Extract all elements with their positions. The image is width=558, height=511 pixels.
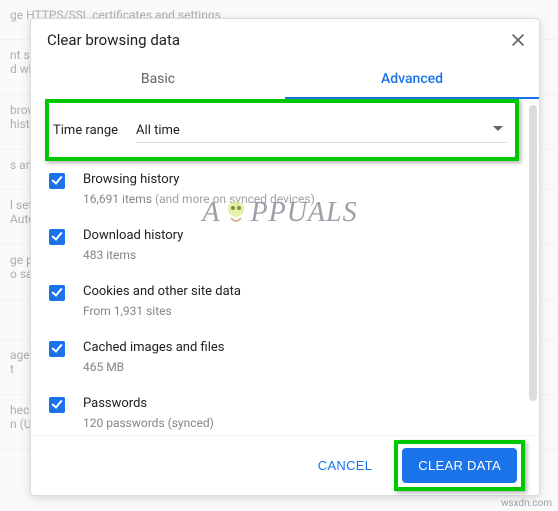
dialog-content: Time range All time Browsing history 16,… bbox=[31, 99, 539, 435]
checkbox-cached-images[interactable] bbox=[49, 341, 65, 357]
item-cookies: Cookies and other site data From 1,931 s… bbox=[45, 273, 519, 329]
time-range-value: All time bbox=[136, 123, 180, 138]
scrollbar-thumb[interactable] bbox=[529, 105, 537, 401]
item-subtitle: 16,691 items (and more on synced devices… bbox=[83, 191, 315, 207]
checkbox-browsing-history[interactable] bbox=[49, 173, 65, 189]
clear-browsing-data-dialog: Clear browsing data Basic Advanced Time … bbox=[30, 18, 540, 496]
chevron-down-icon bbox=[493, 121, 503, 136]
image-credit: wsxdn.com bbox=[501, 498, 552, 509]
tabs: Basic Advanced bbox=[31, 61, 539, 99]
item-cached-images: Cached images and files 465 MB bbox=[45, 329, 519, 385]
item-title: Download history bbox=[83, 227, 183, 245]
item-title: Cookies and other site data bbox=[83, 283, 241, 301]
time-range-row: Time range All time bbox=[45, 99, 519, 161]
item-subtitle: From 1,931 sites bbox=[83, 303, 241, 319]
item-title: Browsing history bbox=[83, 171, 315, 189]
checkbox-passwords[interactable] bbox=[49, 397, 65, 413]
item-subtitle: 465 MB bbox=[83, 359, 224, 375]
item-download-history: Download history 483 items bbox=[45, 217, 519, 273]
item-passwords: Passwords 120 passwords (synced) bbox=[45, 385, 519, 435]
time-range-label: Time range bbox=[53, 123, 118, 138]
dialog-title: Clear browsing data bbox=[47, 31, 180, 49]
item-subtitle: 120 passwords (synced) bbox=[83, 415, 214, 431]
cancel-button[interactable]: CANCEL bbox=[304, 450, 387, 481]
tab-advanced[interactable]: Advanced bbox=[285, 61, 539, 99]
item-title: Cached images and files bbox=[83, 339, 224, 357]
dialog-header: Clear browsing data bbox=[31, 19, 539, 61]
checkbox-cookies[interactable] bbox=[49, 285, 65, 301]
item-subtitle: 483 items bbox=[83, 247, 183, 263]
time-range-select[interactable]: All time bbox=[136, 117, 507, 143]
item-browsing-history: Browsing history 16,691 items (and more … bbox=[45, 161, 519, 217]
close-icon bbox=[511, 33, 525, 47]
item-title: Passwords bbox=[83, 395, 214, 413]
scroll-area: Time range All time Browsing history 16,… bbox=[31, 99, 525, 435]
dialog-footer: CANCEL CLEAR DATA bbox=[31, 435, 539, 495]
close-button[interactable] bbox=[505, 27, 531, 53]
checkbox-download-history[interactable] bbox=[49, 229, 65, 245]
clear-data-button[interactable]: CLEAR DATA bbox=[402, 448, 517, 483]
tab-basic[interactable]: Basic bbox=[31, 61, 285, 99]
clear-data-highlight: CLEAR DATA bbox=[394, 440, 525, 491]
